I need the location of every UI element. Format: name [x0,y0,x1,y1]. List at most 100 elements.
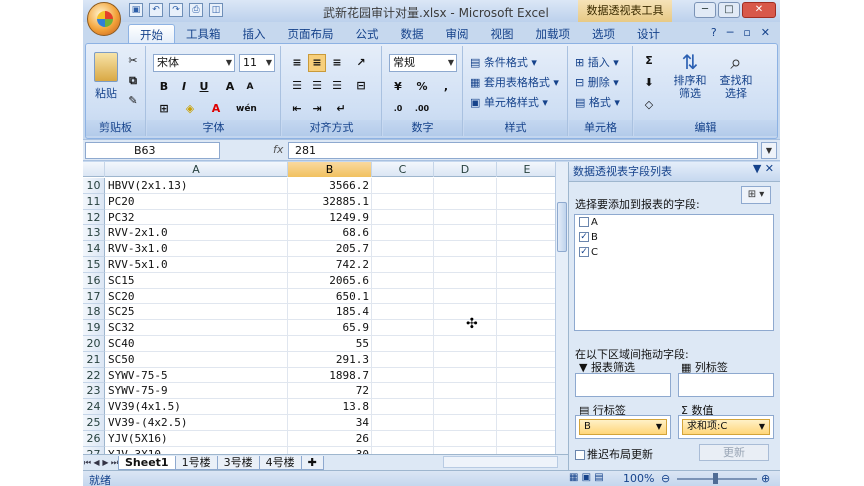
cell-a[interactable]: SC40 [105,336,288,352]
col-header-d[interactable]: D [434,162,497,177]
cell-a[interactable]: SYWV-75-9 [105,383,288,400]
cell-c[interactable] [372,178,434,194]
align-bottom-icon[interactable]: ≡ [328,54,346,72]
comma-icon[interactable]: , [437,78,455,96]
tab-data[interactable]: 数据 [390,24,435,44]
cell-e[interactable] [497,257,558,273]
decrease-indent-icon[interactable]: ⇤ [288,100,306,118]
row-header[interactable]: 26 [83,430,105,447]
cell-a[interactable]: SC25 [105,304,288,321]
redo-icon[interactable]: ↷ [169,3,183,17]
next-sheet-icon[interactable]: ▶ [101,458,110,467]
tab-addins[interactable]: 加载项 [525,24,582,44]
tab-insert[interactable]: 插入 [232,24,277,44]
format-painter-icon[interactable]: ✎ [124,92,142,110]
vertical-scrollbar[interactable] [555,162,568,454]
insert-sheet-icon[interactable]: ✚ [300,455,324,470]
expand-formula-icon[interactable]: ▼ [761,142,777,159]
wrap-text-icon[interactable]: ↵ [332,100,350,118]
cell-e[interactable] [497,304,558,321]
preview-icon[interactable]: ◫ [209,3,223,17]
cell-b[interactable]: 205.7 [288,241,372,257]
cell-e[interactable] [497,415,558,431]
col-header-a[interactable]: A [105,162,288,177]
cell-a[interactable]: RVV-3x1.0 [105,241,288,257]
number-format-select[interactable]: 常规 ▼ [389,54,457,72]
cell-styles-button[interactable]: ▣ 单元格样式 ▾ [470,94,548,110]
cell-c[interactable] [372,304,434,321]
cell-a[interactable]: PC20 [105,193,288,210]
cell-c[interactable] [372,446,434,454]
delete-cells-button[interactable]: ⊟ 删除 ▾ [575,74,619,90]
fill-color-icon[interactable]: ◈ [181,100,199,118]
cell-a[interactable]: YJV(5X16) [105,430,288,447]
row-field-chip[interactable]: B ▼ [579,419,667,435]
cell-b[interactable]: 185.4 [288,304,372,321]
cell-d[interactable] [434,178,497,194]
cell-e[interactable] [497,352,558,368]
cell-d[interactable] [434,272,497,289]
cell-c[interactable] [372,288,434,305]
row-header[interactable]: 24 [83,399,105,415]
tab-page-layout[interactable]: 页面布局 [277,24,345,44]
formula-input[interactable]: 281 [288,142,758,159]
align-center-icon[interactable]: ☰ [308,77,326,95]
cell-d[interactable] [434,209,497,226]
layout-options-button[interactable]: ⊞ ▾ [741,186,771,204]
row-header[interactable]: 21 [83,351,105,368]
borders-icon[interactable]: ⊞ [155,100,173,118]
select-all-corner[interactable] [83,162,105,177]
cell-b[interactable]: 742.2 [288,257,372,273]
view-buttons[interactable]: ▦ ▣ ▤ [569,472,604,483]
row-header[interactable]: 12 [83,209,105,226]
row-header[interactable]: 27 [83,446,105,454]
field-item-c[interactable]: ✓ C [579,247,598,261]
cell-d[interactable] [434,257,497,273]
increase-indent-icon[interactable]: ⇥ [308,100,326,118]
row-header[interactable]: 14 [83,241,105,257]
vertical-scroll-thumb[interactable] [557,202,567,252]
cell-d[interactable] [434,351,497,368]
cell-b[interactable]: 3566.2 [288,178,372,194]
row-header[interactable]: 23 [83,383,105,400]
first-sheet-icon[interactable]: ⏮ [83,458,92,468]
col-header-e[interactable]: E [497,162,558,177]
tab-formulas[interactable]: 公式 [345,24,390,44]
font-name-select[interactable]: 宋体 ▼ [153,54,235,72]
minimize-button[interactable]: ─ [694,2,716,18]
cell-c[interactable] [372,257,434,273]
cell-c[interactable] [372,209,434,226]
tab-design[interactable]: 设计 [626,24,671,44]
help-icon[interactable]: ? [711,26,717,39]
align-right-icon[interactable]: ☰ [328,77,346,95]
currency-icon[interactable]: ¥ [389,78,407,96]
cell-c[interactable] [372,225,434,242]
tab-toolbox[interactable]: 工具箱 [175,24,232,44]
cell-b[interactable]: 291.3 [288,351,372,368]
insert-cells-button[interactable]: ⊞ 插入 ▾ [575,54,619,70]
cell-e[interactable] [497,178,558,194]
cell-a[interactable]: RVV-2x1.0 [105,225,288,242]
underline-button[interactable]: U [195,78,213,96]
cell-d[interactable] [434,336,497,352]
row-labels-area[interactable]: B ▼ [575,415,671,439]
horizontal-scrollbar[interactable] [443,456,558,468]
cell-e[interactable] [497,320,558,336]
row-header[interactable]: 17 [83,288,105,305]
cell-e[interactable] [497,368,558,384]
cell-b[interactable]: 13.8 [288,399,372,415]
row-header[interactable]: 15 [83,257,105,273]
col-header-b[interactable]: B [288,162,372,177]
row-header[interactable]: 18 [83,304,105,321]
restore-icon[interactable]: ▫ [743,26,750,39]
grow-font-icon[interactable]: A [221,78,239,96]
cell-b[interactable]: 55 [288,336,372,352]
update-button[interactable]: 更新 [699,444,769,461]
find-select-button[interactable]: ⌕ 查找和 选择 [716,50,756,100]
font-size-select[interactable]: 11 ▼ [239,54,275,72]
row-header[interactable]: 13 [83,225,105,242]
cut-icon[interactable]: ✂ [124,52,142,70]
decrease-decimal-icon[interactable]: .00 [413,100,431,118]
zoom-out-icon[interactable]: ⊖ [661,472,670,485]
close-workbook-icon[interactable]: ✕ [761,26,770,39]
